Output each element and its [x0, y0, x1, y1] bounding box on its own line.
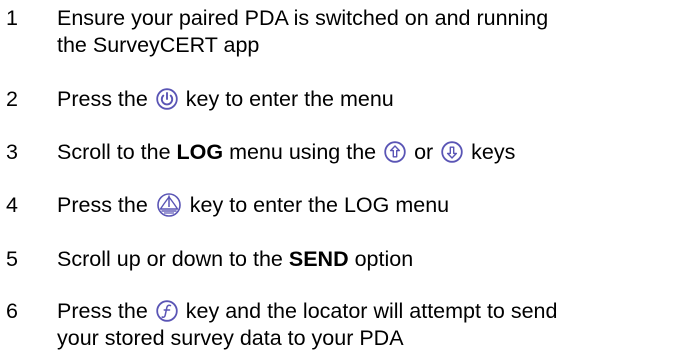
- antenna-icon: [156, 193, 182, 217]
- step-text: Ensure your paired PDA is switched on an…: [57, 5, 667, 59]
- step-text-segment: option: [354, 247, 414, 271]
- step-number: 6: [6, 299, 18, 323]
- step-text-segment: Scroll to the: [57, 140, 171, 164]
- step-text-segment: Press the: [57, 299, 148, 323]
- step-text: Press the key to enter the menu: [57, 86, 667, 113]
- step-text: Scroll to the LOG menu using the or keys: [57, 139, 667, 166]
- step-text-line: the SurveyCERT app: [57, 33, 260, 57]
- step-text-segment: key to enter the menu: [185, 87, 394, 111]
- step-text: Press the key and the locator will attem…: [57, 298, 667, 352]
- step-text-line: your stored survey data to your PDA: [57, 326, 404, 350]
- down-arrow-icon: [441, 141, 463, 163]
- step-text-segment: key to enter the LOG menu: [189, 193, 450, 217]
- step-text-segment: key and the locator will attempt to send: [185, 299, 558, 323]
- step-text: Press the key to enter the LOG menu: [57, 192, 667, 219]
- step-text-segment: or: [414, 140, 434, 164]
- power-icon: [156, 88, 178, 110]
- function-icon: [156, 300, 178, 322]
- menu-name-log: LOG: [176, 140, 224, 164]
- step-text-segment: keys: [471, 140, 516, 164]
- step-number: 5: [6, 247, 18, 271]
- step-text-segment: menu using the: [229, 140, 377, 164]
- step-number: 4: [6, 193, 18, 217]
- step-text-segment: Press the: [57, 87, 148, 111]
- option-name-send: SEND: [288, 247, 349, 271]
- step-text: Scroll up or down to the SEND option: [57, 246, 667, 273]
- step-text-segment: Scroll up or down to the: [57, 247, 283, 271]
- step-text-line: Ensure your paired PDA is switched on an…: [57, 6, 549, 30]
- step-number: 1: [6, 6, 18, 30]
- step-number: 2: [6, 87, 18, 111]
- step-text-segment: Press the: [57, 193, 148, 217]
- step-number: 3: [6, 140, 18, 164]
- up-arrow-icon: [384, 141, 406, 163]
